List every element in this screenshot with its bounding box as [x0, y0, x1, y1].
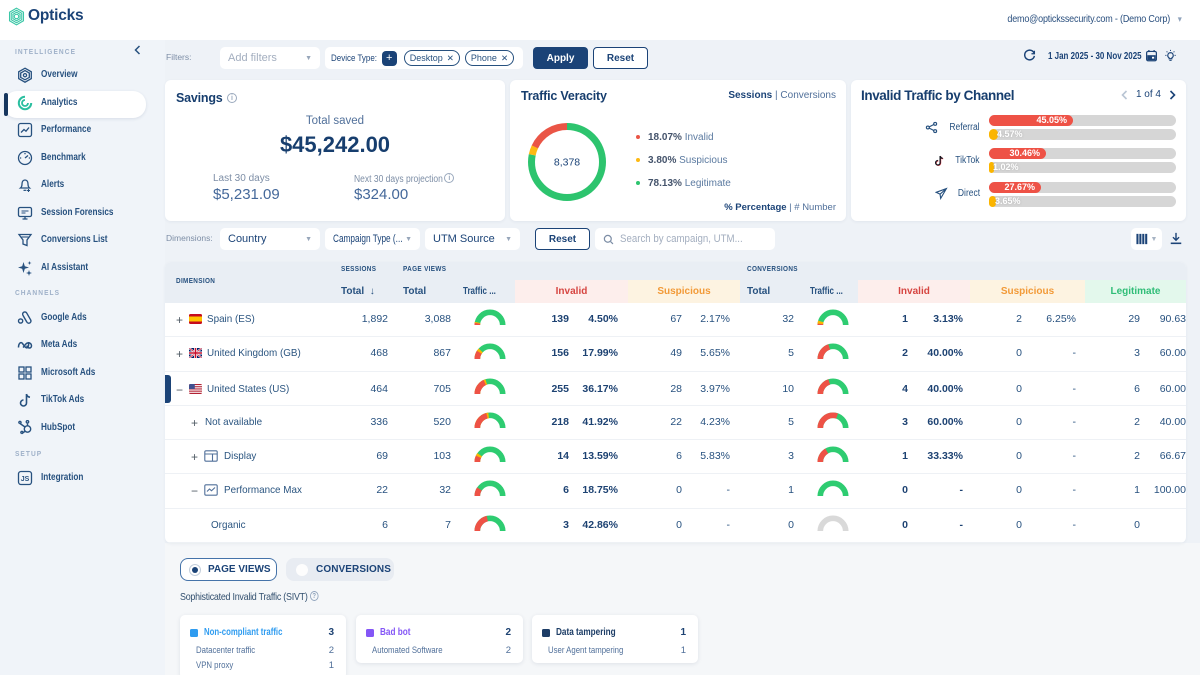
svg-text:8,378: 8,378	[554, 157, 580, 169]
svg-text:JS: JS	[21, 476, 30, 483]
